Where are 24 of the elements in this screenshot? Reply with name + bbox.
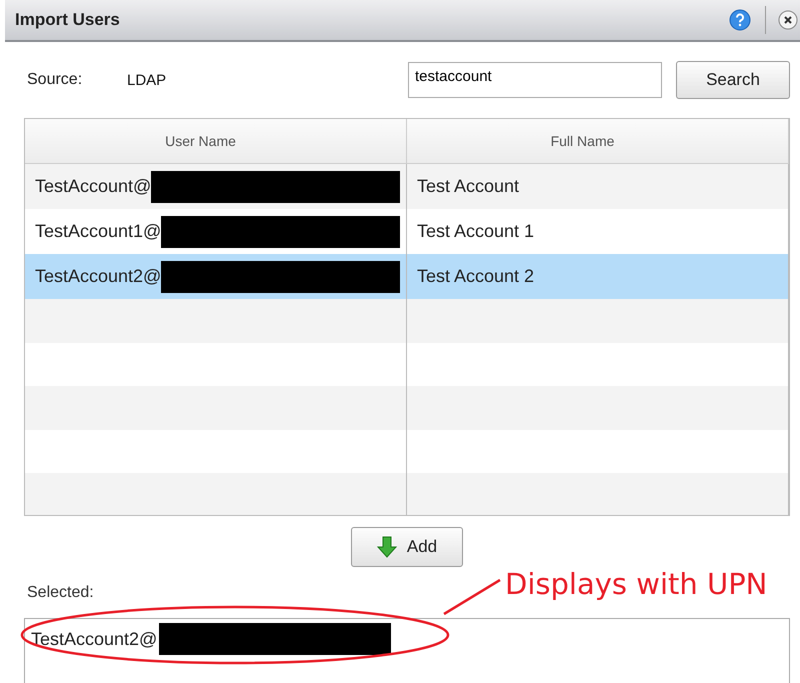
help-icon[interactable] bbox=[729, 9, 751, 31]
table-cell: Test Account 2 bbox=[417, 266, 534, 287]
add-button[interactable]: Add bbox=[351, 527, 463, 567]
annotation-text: Displays with UPN bbox=[505, 567, 768, 601]
table-cell: TestAccount@ bbox=[35, 176, 152, 197]
table-cell: TestAccount1@ bbox=[35, 221, 162, 242]
table-cell: TestAccount2@ bbox=[35, 266, 162, 287]
table-row[interactable]: TestAccount@ Test Account bbox=[25, 164, 789, 209]
table-row[interactable]: TestAccount1@ Test Account 1 bbox=[25, 209, 789, 254]
table-row[interactable]: TestAccount2@ Test Account 2 bbox=[25, 254, 789, 299]
close-icon[interactable] bbox=[778, 10, 798, 30]
column-header[interactable]: User Name bbox=[25, 119, 407, 163]
source-label: Source: bbox=[27, 71, 84, 89]
selected-label: Selected: bbox=[27, 584, 94, 603]
column-header[interactable]: Full Name bbox=[407, 119, 789, 163]
search-button[interactable]: Search bbox=[676, 61, 790, 99]
search-field[interactable]: testaccount bbox=[408, 62, 662, 98]
window-title: Import Users bbox=[15, 10, 121, 30]
down-arrow-icon bbox=[376, 536, 397, 558]
table-cell: Test Account 1 bbox=[417, 221, 534, 242]
source-value: LDAP bbox=[127, 72, 168, 88]
leader-line bbox=[443, 578, 501, 616]
selected-item[interactable]: TestAccount2@ bbox=[31, 628, 158, 650]
table-cell: Test Account bbox=[417, 176, 520, 197]
